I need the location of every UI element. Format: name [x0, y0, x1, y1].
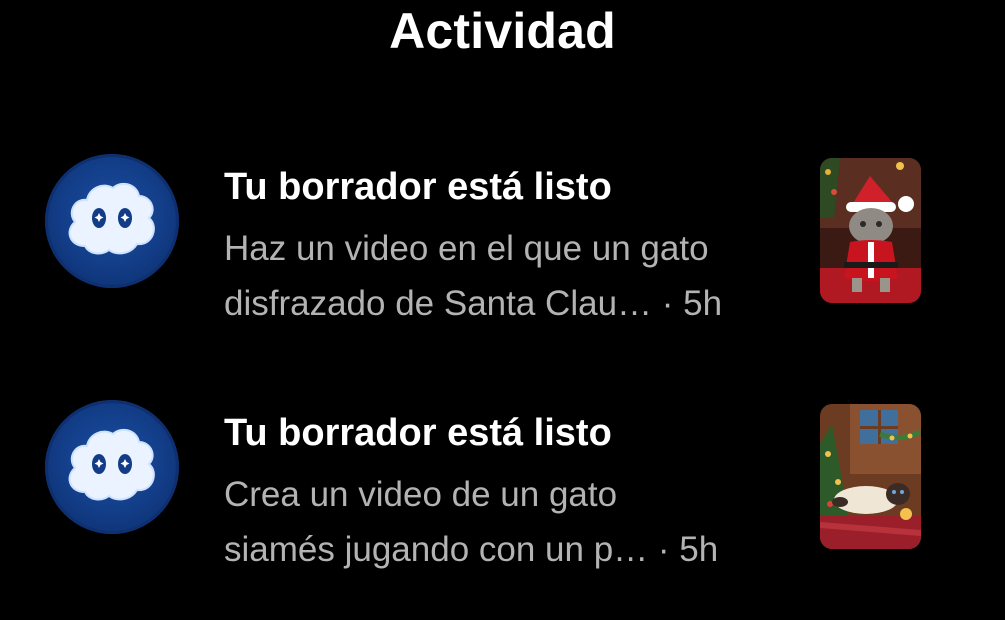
notification-time: · 5h [652, 284, 723, 323]
cloud-mascot-icon [68, 182, 155, 255]
video-thumbnail[interactable] [820, 158, 921, 303]
siamese-cat-thumbnail-image [820, 404, 921, 549]
video-thumbnail[interactable] [820, 404, 921, 549]
notification-body-line2-text: siamés jugando con un p… [224, 530, 649, 569]
notification-body-line1: Haz un video en el que un gato [224, 229, 709, 268]
cloud-mascot-icon [68, 428, 155, 501]
notification-item[interactable]: Tu borrador está listo Crea un video de … [0, 398, 1005, 598]
app-avatar [45, 400, 179, 534]
notification-item[interactable]: Tu borrador está listo Haz un video en e… [0, 152, 1005, 352]
notification-title: Tu borrador está listo [224, 412, 612, 454]
notification-body-line2-text: disfrazado de Santa Clau… [224, 284, 653, 323]
notification-body-line1: Crea un video de un gato [224, 475, 618, 514]
notification-body-line2: disfrazado de Santa Clau… · 5h [224, 282, 722, 326]
notification-title: Tu borrador está listo [224, 166, 612, 208]
santa-cat-thumbnail-image [820, 158, 921, 303]
app-avatar [45, 154, 179, 288]
notification-body-line2: siamés jugando con un p… · 5h [224, 528, 718, 572]
activity-list: Tu borrador está listo Haz un video en e… [0, 0, 1005, 620]
notification-time: · 5h [648, 530, 719, 569]
